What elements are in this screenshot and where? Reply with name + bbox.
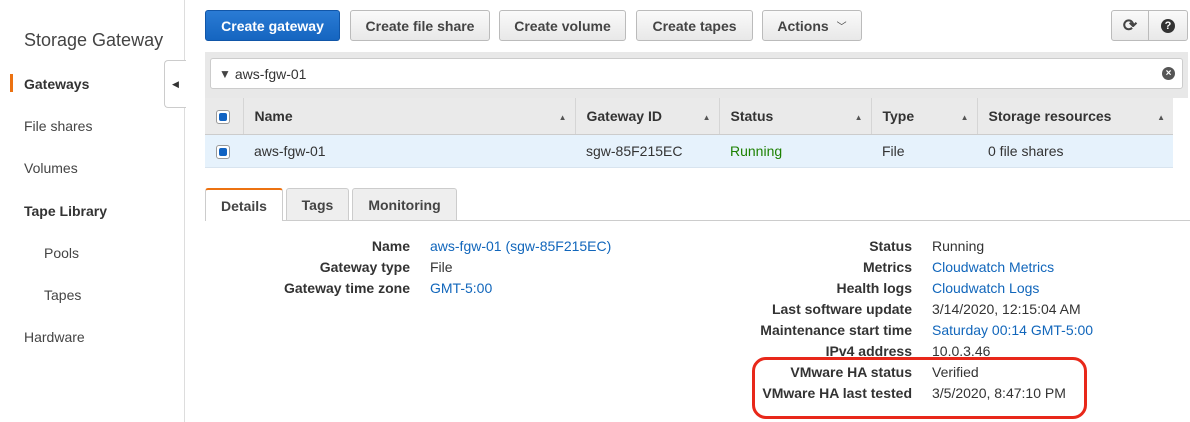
filter-bar: ▼ ×	[205, 52, 1188, 98]
create-tapes-button[interactable]: Create tapes	[636, 10, 753, 41]
label-health-logs: Health logs	[836, 280, 912, 296]
tab-details[interactable]: Details	[205, 188, 283, 221]
value-health-logs[interactable]: Cloudwatch Logs	[932, 280, 1039, 296]
label-last-update: Last software update	[771, 301, 912, 317]
refresh-icon: ⟳	[1122, 15, 1138, 35]
sidebar-title: Storage Gateway	[24, 30, 164, 50]
sort-icon: ▲	[854, 113, 863, 122]
highlight-annotation	[752, 357, 1087, 419]
label-metrics: Metrics	[862, 259, 912, 275]
sidebar-item-volumes[interactable]: Volumes	[24, 160, 78, 176]
value-status: Running	[932, 238, 985, 254]
tab-monitoring[interactable]: Monitoring	[352, 188, 457, 221]
gateways-table: Name ▲ Gateway ID ▲ Status ▲ Type ▲ Storage …	[205, 98, 1173, 168]
filter-field[interactable]: ▼ ×	[210, 58, 1183, 89]
column-type[interactable]: Type ▲	[870, 98, 977, 135]
active-indicator	[10, 74, 13, 92]
value-gateway-type: File	[430, 259, 453, 275]
value-maintenance[interactable]: Saturday 00:14 GMT-5:00	[932, 322, 1093, 338]
label-status: Status	[869, 238, 912, 254]
caret-left-icon: ◀	[172, 78, 179, 89]
table-header: Name ▲ Gateway ID ▲ Status ▲ Type ▲ Storage …	[205, 98, 1173, 135]
cell-type: File	[871, 134, 977, 168]
create-gateway-button[interactable]: Create gateway	[205, 10, 340, 41]
cell-name: aws-fgw-01	[243, 134, 575, 168]
sidebar: Storage Gateway Gateways File shares Vol…	[0, 0, 185, 422]
column-gateway-id[interactable]: Gateway ID ▲	[574, 98, 719, 135]
cell-storage: 0 file shares	[977, 134, 1173, 168]
tab-tags[interactable]: Tags	[286, 188, 349, 221]
sidebar-item-pools[interactable]: Pools	[44, 245, 79, 261]
actions-label: Actions	[777, 17, 829, 34]
chevron-down-icon: ﹀	[836, 22, 847, 33]
help-button[interactable]: ?	[1148, 10, 1188, 41]
create-file-share-button[interactable]: Create file share	[350, 10, 490, 41]
filter-input[interactable]	[234, 65, 1182, 82]
sidebar-item-file-shares[interactable]: File shares	[24, 118, 92, 134]
label-time-zone: Gateway time zone	[283, 280, 410, 296]
refresh-button[interactable]: ⟳	[1111, 10, 1149, 41]
label-name: Name	[371, 238, 410, 254]
tab-divider	[205, 220, 1190, 221]
column-name[interactable]: Name ▲	[242, 98, 575, 135]
sidebar-item-hardware[interactable]: Hardware	[24, 329, 85, 345]
sort-icon: ▲	[960, 113, 969, 122]
help-icon: ?	[1161, 18, 1175, 33]
sort-icon: ▲	[1157, 113, 1165, 122]
label-maintenance: Maintenance start time	[760, 322, 912, 338]
clear-filter-icon[interactable]: ×	[1162, 67, 1175, 80]
create-volume-button[interactable]: Create volume	[499, 10, 626, 41]
column-storage-resources[interactable]: Storage resources ▲	[976, 98, 1173, 135]
value-name[interactable]: aws-fgw-01 (sgw-85F215EC)	[430, 238, 611, 254]
filter-icon: ▼	[219, 66, 231, 81]
actions-button[interactable]: Actions ﹀	[762, 10, 862, 41]
value-last-update: 3/14/2020, 12:15:04 AM	[932, 301, 1081, 317]
sidebar-item-tape-library[interactable]: Tape Library	[24, 203, 107, 219]
select-all-checkbox[interactable]	[205, 98, 243, 135]
cell-gateway-id: sgw-85F215EC	[575, 134, 719, 168]
sidebar-item-gateways[interactable]: Gateways	[24, 76, 89, 92]
value-time-zone[interactable]: GMT-5:00	[430, 280, 492, 296]
collapse-sidebar-button[interactable]: ◀	[164, 60, 186, 108]
sort-icon: ▲	[702, 113, 711, 122]
value-metrics[interactable]: Cloudwatch Metrics	[932, 259, 1054, 275]
sidebar-item-tapes[interactable]: Tapes	[44, 287, 81, 303]
column-status[interactable]: Status ▲	[718, 98, 871, 135]
sort-icon: ▲	[558, 113, 567, 122]
cell-status: Running	[719, 134, 871, 168]
row-checkbox[interactable]	[205, 134, 243, 168]
label-gateway-type: Gateway type	[319, 259, 410, 275]
table-row[interactable]: aws-fgw-01 sgw-85F215EC Running File 0 f…	[205, 134, 1173, 168]
